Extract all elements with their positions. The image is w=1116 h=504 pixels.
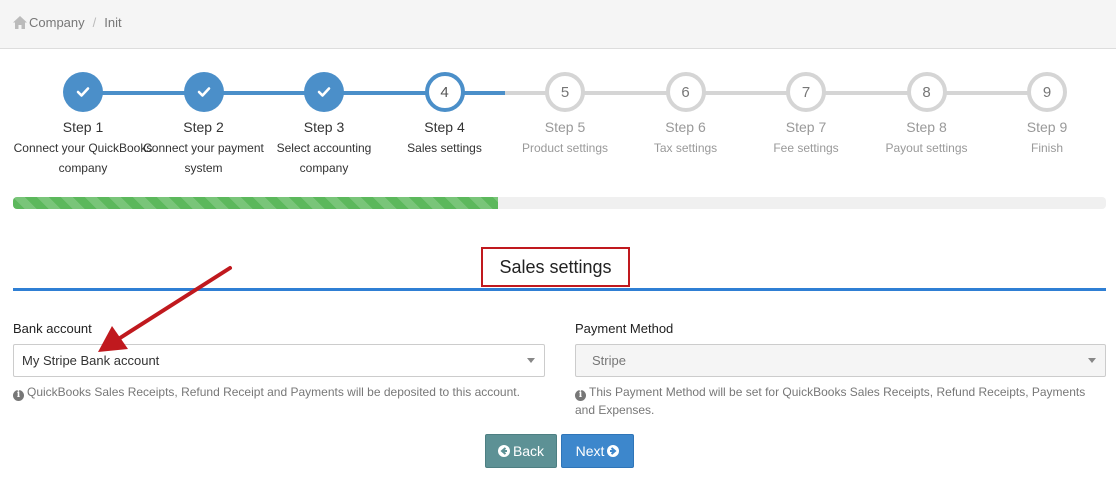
- step-description-line: Tax settings: [653, 141, 718, 155]
- step-description-line: Sales settings: [407, 141, 482, 155]
- step-title: Step 9: [1026, 119, 1068, 135]
- step-title: Step 4: [424, 119, 465, 135]
- breadcrumb-item-init: Init: [104, 15, 122, 30]
- step-description: Select accounting company: [254, 138, 394, 178]
- wizard-stepper: Step 1 Connect your QuickBooks company Step…: [0, 72, 1116, 182]
- check-icon: [183, 72, 224, 112]
- step-description-line: Connect your payment: [143, 141, 264, 155]
- back-button-label: Back: [512, 443, 545, 459]
- step-number: 8: [906, 72, 947, 112]
- step-description: Connect your QuickBooks company: [13, 138, 153, 178]
- step-title: Step 8: [906, 119, 947, 135]
- next-button-label: Next: [575, 443, 605, 459]
- step-description-line: Product settings: [521, 141, 609, 155]
- step-description: Connect your payment system: [134, 138, 274, 178]
- step-description-line: Payout settings: [885, 141, 968, 155]
- payment-method-help: i This Payment Method will be set for Qui…: [575, 383, 1095, 419]
- check-icon: [63, 72, 103, 112]
- bank-account-help-text: QuickBooks Sales Receipts, Refund Receip…: [27, 385, 520, 399]
- next-button[interactable]: Next: [561, 434, 634, 468]
- breadcrumb-item-company[interactable]: Company: [29, 15, 85, 30]
- step-title: Step 2: [183, 119, 224, 135]
- arrow-circle-right-icon: [607, 445, 620, 457]
- wizard-step-5[interactable]: 5 Step 5 Product settings: [495, 72, 635, 158]
- step-description: Product settings: [495, 138, 635, 158]
- step-description: Fee settings: [736, 138, 876, 158]
- top-bar: Company / Init: [0, 0, 1116, 49]
- bank-account-select[interactable]: My Stripe Bank account: [13, 344, 545, 377]
- wizard-progress-fill: [13, 197, 499, 209]
- wizard-step-9[interactable]: 9 Step 9 Finish: [977, 72, 1116, 158]
- step-description-line: Select accounting: [276, 141, 372, 155]
- payment-method-value: Stripe: [592, 353, 626, 368]
- arrow-circle-left-icon: [497, 445, 510, 457]
- breadcrumb-separator: /: [92, 15, 97, 30]
- step-description-line: Connect your QuickBooks: [13, 141, 153, 155]
- check-icon: [304, 72, 344, 112]
- step-description-line: Fee settings: [773, 141, 839, 155]
- step-description-line: system: [184, 161, 223, 175]
- wizard-step-1[interactable]: Step 1 Connect your QuickBooks company: [13, 72, 153, 178]
- wizard-step-3[interactable]: Step 3 Select accounting company: [254, 72, 394, 178]
- info-icon: i: [575, 390, 586, 401]
- payment-method-select[interactable]: Stripe: [575, 344, 1106, 377]
- step-number: 4: [424, 72, 465, 112]
- step-description-line: Finish: [1030, 141, 1063, 155]
- step-number: 6: [665, 72, 706, 112]
- back-button[interactable]: Back: [485, 434, 557, 468]
- breadcrumb: Company / Init: [13, 15, 122, 30]
- wizard-step-7[interactable]: 7 Step 7 Fee settings: [736, 72, 876, 158]
- step-title: Step 1: [62, 119, 104, 135]
- bank-account-help: i QuickBooks Sales Receipts, Refund Recei…: [13, 383, 533, 401]
- step-description: Tax settings: [616, 138, 756, 158]
- step-number: 5: [545, 72, 585, 112]
- step-description-line: company: [58, 161, 108, 175]
- payment-method-help-text: This Payment Method will be set for Quic…: [575, 385, 1086, 417]
- step-number: 7: [786, 72, 826, 112]
- step-number: 9: [1027, 72, 1067, 112]
- bank-account-value: My Stripe Bank account: [22, 353, 160, 368]
- info-icon: i: [13, 390, 24, 401]
- section-title: Sales settings: [481, 247, 630, 287]
- wizard-step-4[interactable]: 4 Step 4 Sales settings: [375, 72, 515, 158]
- wizard-step-8[interactable]: 8 Step 8 Payout settings: [857, 72, 997, 158]
- step-description: Sales settings: [375, 138, 515, 158]
- step-title: Step 6: [665, 119, 706, 135]
- chevron-down-icon: [527, 358, 535, 363]
- section-divider: [13, 288, 1106, 291]
- payment-method-label: Payment Method: [575, 321, 674, 336]
- step-description: Finish: [977, 138, 1116, 158]
- wizard-step-2[interactable]: Step 2 Connect your payment system: [134, 72, 274, 178]
- step-description: Payout settings: [857, 138, 997, 158]
- chevron-down-icon: [1088, 358, 1096, 363]
- step-title: Step 3: [303, 119, 345, 135]
- home-icon: [13, 16, 27, 29]
- wizard-progress-bar: [13, 197, 1106, 209]
- bank-account-label: Bank account: [13, 321, 92, 336]
- step-title: Step 7: [785, 119, 827, 135]
- step-title: Step 5: [544, 119, 586, 135]
- step-description-line: company: [299, 161, 349, 175]
- wizard-step-6[interactable]: 6 Step 6 Tax settings: [616, 72, 756, 158]
